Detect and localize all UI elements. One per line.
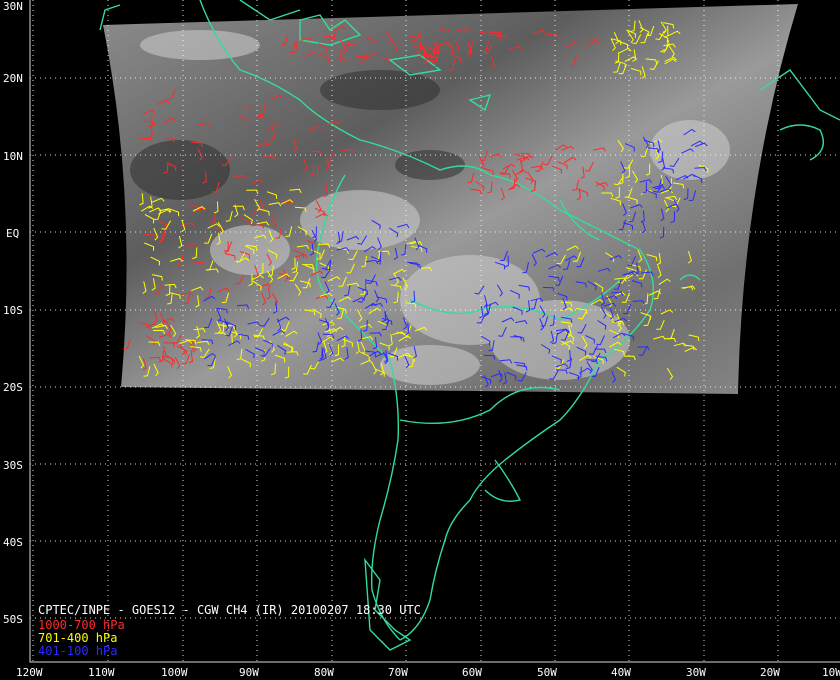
lon-label-60w: 60W <box>462 666 482 679</box>
lat-label-20s: 20S <box>3 381 23 394</box>
lat-label-10s: 10S <box>3 304 23 317</box>
satellite-wind-map: 30N 20N 10N EQ 10S 20S 30S 40S 50S 120W … <box>3 0 840 679</box>
product-caption: CPTEC/INPE - GOES12 - CGW CH4 (IR) 20100… <box>38 603 421 617</box>
lon-label-10w: 10W <box>822 666 840 679</box>
lon-label-40w: 40W <box>611 666 631 679</box>
lon-label-80w: 80W <box>314 666 334 679</box>
lon-label-100w: 100W <box>161 666 188 679</box>
lon-label-50w: 50W <box>537 666 557 679</box>
lon-label-110w: 110W <box>88 666 115 679</box>
lat-label-10n: 10N <box>3 150 23 163</box>
lon-label-120w: 120W <box>16 666 43 679</box>
lat-label-30s: 30S <box>3 459 23 472</box>
lon-label-30w: 30W <box>686 666 706 679</box>
lon-label-70w: 70W <box>388 666 408 679</box>
lon-label-20w: 20W <box>760 666 780 679</box>
lat-label-eq: EQ <box>6 227 19 240</box>
lat-label-20n: 20N <box>3 72 23 85</box>
lat-label-50s: 50S <box>3 613 23 626</box>
lat-label-40s: 40S <box>3 536 23 549</box>
lat-label-30n: 30N <box>3 0 23 13</box>
legend-mid-level: 701-400 hPa <box>38 631 118 645</box>
lon-label-90w: 90W <box>239 666 259 679</box>
legend-low-level: 1000-700 hPa <box>38 618 125 632</box>
legend-high-level: 401-100 hPa <box>38 644 118 658</box>
